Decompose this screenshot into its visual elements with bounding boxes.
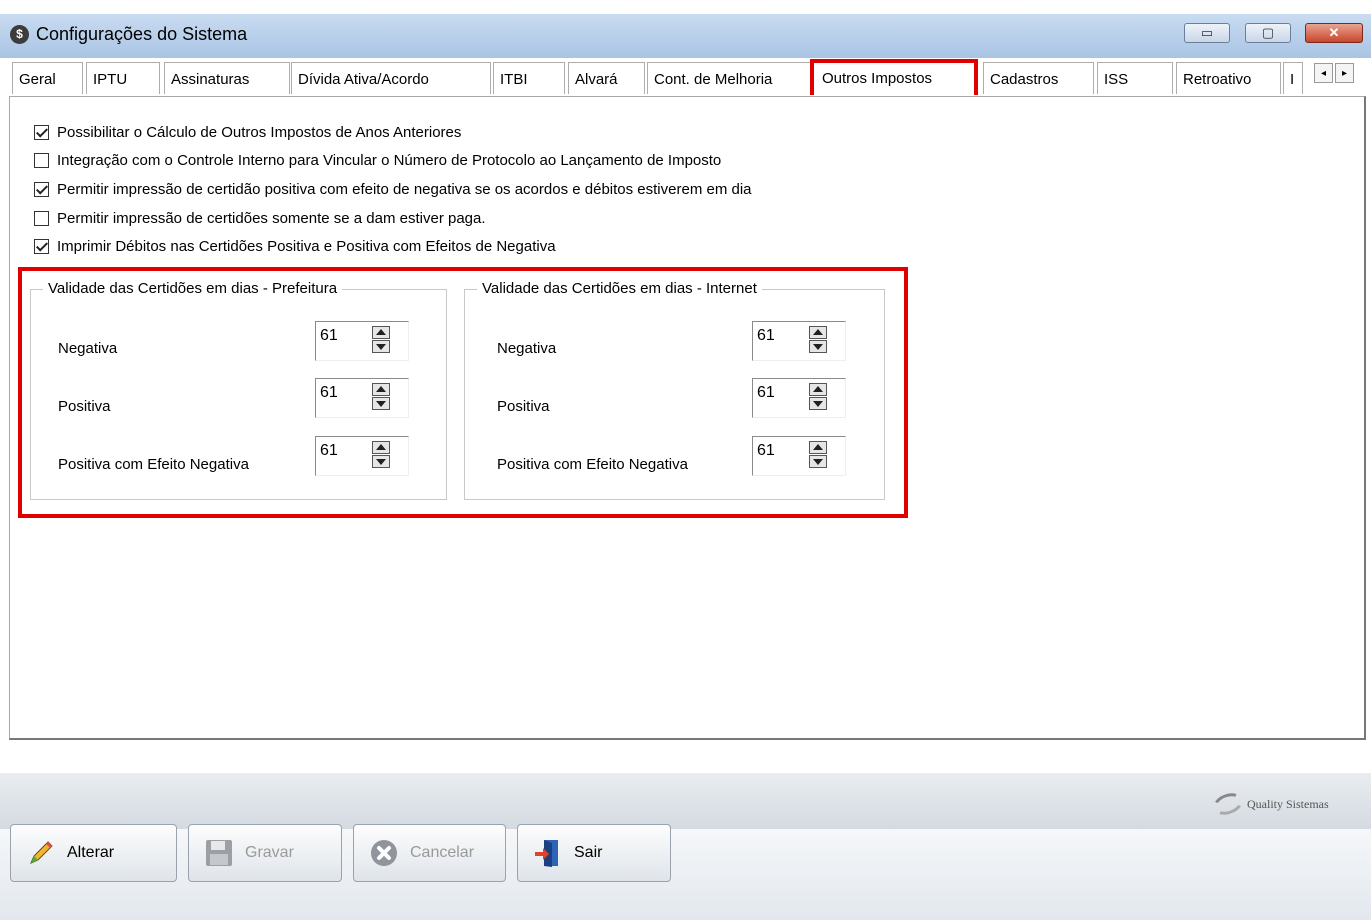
group-title-internet: Validade das Certidões em dias - Interne… [477, 280, 762, 297]
window-title: Configurações do Sistema [36, 24, 248, 44]
label-negativa: Negativa [58, 340, 118, 357]
checkbox-unchecked[interactable] [34, 153, 49, 168]
tab-alvara[interactable]: Alvará [568, 62, 645, 94]
checkbox-checked[interactable] [34, 182, 49, 197]
checkbox-label: Integração com o Controle Interno para V… [57, 152, 722, 169]
close-icon: ✕ [1328, 25, 1340, 40]
spinner-value[interactable]: 61 [320, 442, 338, 460]
label-positiva: Positiva [58, 398, 111, 415]
label-negativa: Negativa [497, 340, 557, 357]
spinner-value[interactable]: 61 [320, 384, 338, 402]
spinner-positiva-efeito-prefeitura[interactable]: 61 [315, 436, 409, 476]
footer-band [0, 773, 1371, 829]
label-positiva: Positiva [497, 398, 550, 415]
checkbox-label: Imprimir Débitos nas Certidões Positiva … [57, 238, 556, 255]
spinner-positiva-internet[interactable]: 61 [752, 378, 846, 418]
alterar-label: Alterar [67, 844, 115, 861]
tab-outros-impostos[interactable]: Outros Impostos [810, 59, 978, 95]
tab-cadastros[interactable]: Cadastros [983, 62, 1094, 94]
minimize-icon: ▭ [1200, 25, 1214, 40]
spin-up-icon[interactable] [372, 441, 390, 454]
spin-down-icon[interactable] [372, 455, 390, 468]
checkbox-checked[interactable] [34, 125, 49, 140]
tab-divida-ativa[interactable]: Dívida Ativa/Acordo [291, 62, 491, 94]
cancelar-label: Cancelar [410, 844, 475, 861]
spin-down-icon[interactable] [809, 455, 827, 468]
checkbox-checked[interactable] [34, 239, 49, 254]
checkbox-unchecked[interactable] [34, 211, 49, 226]
spinner-value[interactable]: 61 [757, 442, 775, 460]
cancel-x-icon [368, 837, 400, 869]
cancelar-button[interactable]: Cancelar [353, 824, 506, 882]
tab-scroll-right-icon[interactable]: ▸ [1335, 63, 1354, 83]
spin-up-icon[interactable] [809, 383, 827, 396]
footer-spacer [0, 740, 1371, 776]
checkbox-option-2[interactable]: Integração com o Controle Interno para V… [34, 152, 721, 169]
checkbox-option-5[interactable]: Imprimir Débitos nas Certidões Positiva … [34, 238, 556, 255]
maximize-button[interactable]: ▢ [1245, 23, 1291, 43]
spinner-value[interactable]: 61 [320, 327, 338, 345]
spinner-value[interactable]: 61 [757, 327, 775, 345]
spin-down-icon[interactable] [372, 397, 390, 410]
checkbox-option-3[interactable]: Permitir impressão de certidão positiva … [34, 181, 752, 198]
tab-assinaturas[interactable]: Assinaturas [164, 62, 290, 94]
tab-itbi[interactable]: ITBI [493, 62, 565, 94]
spinner-negativa-prefeitura[interactable]: 61 [315, 321, 409, 361]
spin-up-icon[interactable] [372, 326, 390, 339]
spin-up-icon[interactable] [372, 383, 390, 396]
tab-iptu[interactable]: IPTU [86, 62, 160, 94]
alterar-button[interactable]: Alterar [10, 824, 177, 882]
app-logo-icon: $ [10, 25, 29, 44]
spinner-value[interactable]: 61 [757, 384, 775, 402]
tab-cont-melhoria[interactable]: Cont. de Melhoria [647, 62, 815, 94]
brand-logo: Quality Sistemas [1210, 789, 1329, 819]
exit-door-icon [532, 837, 564, 869]
checkbox-option-4[interactable]: Permitir impressão de certidões somente … [34, 210, 486, 227]
settings-window: $ Configurações do Sistema ▭ ▢ ✕ Geral I… [0, 0, 1371, 920]
floppy-disk-icon [203, 837, 235, 869]
tab-retroativo[interactable]: Retroativo [1176, 62, 1281, 94]
label-positiva-efeito-negativa: Positiva com Efeito Negativa [58, 456, 249, 473]
spin-up-icon[interactable] [809, 441, 827, 454]
sair-button[interactable]: Sair [517, 824, 671, 882]
tab-overflow[interactable]: I [1283, 62, 1303, 94]
spin-down-icon[interactable] [372, 340, 390, 353]
tab-scroll-left-icon[interactable]: ◂ [1314, 63, 1333, 83]
minimize-button[interactable]: ▭ [1184, 23, 1230, 43]
close-button[interactable]: ✕ [1305, 23, 1363, 43]
spin-down-icon[interactable] [809, 340, 827, 353]
tab-iss[interactable]: ISS [1097, 62, 1173, 94]
checkbox-label: Permitir impressão de certidões somente … [57, 210, 486, 227]
checkbox-label: Possibilitar o Cálculo de Outros Imposto… [57, 124, 462, 141]
group-title-prefeitura: Validade das Certidões em dias - Prefeit… [43, 280, 343, 297]
gravar-label: Gravar [245, 844, 294, 861]
maximize-icon: ▢ [1261, 25, 1275, 40]
checkbox-label: Permitir impressão de certidão positiva … [57, 181, 752, 198]
spin-down-icon[interactable] [809, 397, 827, 410]
tab-geral[interactable]: Geral [12, 62, 83, 94]
label-positiva-efeito-negativa: Positiva com Efeito Negativa [497, 456, 688, 473]
pencil-icon [25, 837, 57, 869]
sair-label: Sair [574, 844, 603, 861]
spinner-positiva-efeito-internet[interactable]: 61 [752, 436, 846, 476]
tab-strip: Geral IPTU Assinaturas Dívida Ativa/Acor… [9, 58, 1366, 96]
checkbox-option-1[interactable]: Possibilitar o Cálculo de Outros Imposto… [34, 124, 461, 141]
gravar-button[interactable]: Gravar [188, 824, 342, 882]
spin-up-icon[interactable] [809, 326, 827, 339]
spinner-negativa-internet[interactable]: 61 [752, 321, 846, 361]
spinner-positiva-prefeitura[interactable]: 61 [315, 378, 409, 418]
brand-name: Quality Sistemas [1247, 796, 1329, 811]
